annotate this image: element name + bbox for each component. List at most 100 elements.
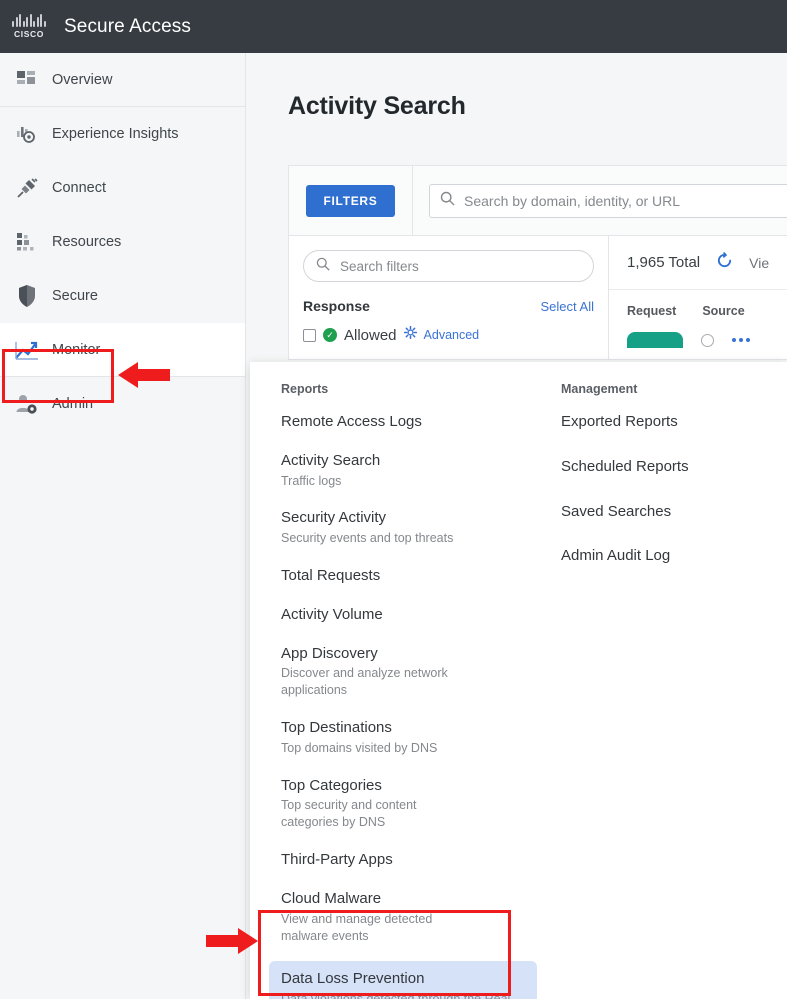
menu-item-title: Exported Reports (561, 413, 678, 430)
cisco-logo-text: CISCO (14, 29, 44, 39)
menu-item-subtitle: Security events and top threats (281, 531, 454, 546)
shield-icon (8, 283, 46, 309)
menu-item-scheduled-reports[interactable]: Scheduled Reports (561, 455, 771, 480)
allowed-label: Allowed (344, 326, 397, 344)
user-gear-icon (8, 391, 46, 417)
status-badge (627, 332, 683, 348)
search-input[interactable]: Search by domain, identity, or URL (429, 183, 787, 218)
sidebar-item-connect[interactable]: Connect (0, 161, 245, 215)
menu-item-total-requests[interactable]: Total Requests (281, 564, 541, 589)
filter-search-input[interactable]: Search filters (303, 250, 594, 282)
check-circle-icon: ✓ (323, 328, 337, 342)
menu-item-app-discovery[interactable]: App Discovery Discover and analyze netwo… (281, 642, 486, 703)
page-title: Activity Search (288, 92, 466, 120)
filters-cell: FILTERS (289, 165, 413, 236)
response-section-header: Response Select All (303, 298, 594, 314)
search-cell: Search by domain, identity, or URL (413, 183, 787, 218)
menu-item-subtitle: Traffic logs (281, 473, 342, 488)
sidebar-item-secure[interactable]: Secure (0, 269, 245, 323)
mega-menu-reports-column: Reports Remote Access Logs Activity Sear… (269, 382, 541, 999)
trend-line-icon (8, 337, 46, 363)
filter-search-placeholder: Search filters (340, 258, 419, 274)
column-header-source: Source (702, 304, 745, 318)
menu-item-cloud-malware[interactable]: Cloud Malware View and manage detected m… (281, 887, 461, 948)
management-column-heading: Management (561, 382, 638, 396)
gear-icon[interactable] (403, 325, 417, 344)
menu-item-data-loss-prevention[interactable]: Data Loss Prevention Data violations det… (269, 961, 537, 999)
source-value (732, 338, 750, 342)
menu-item-exported-reports[interactable]: Exported Reports (561, 410, 771, 435)
menu-item-subtitle: Top domains visited by DNS (281, 740, 438, 755)
menu-item-title: Remote Access Logs (281, 413, 422, 430)
menu-item-subtitle: Data violations detected through the Rea… (281, 991, 525, 999)
advanced-link[interactable]: Advanced (424, 328, 480, 342)
allowed-filter-row[interactable]: ✓ Allowed Advanced (303, 325, 594, 344)
menu-item-top-destinations[interactable]: Top Destinations Top domains visited by … (281, 716, 541, 760)
sidebar-item-admin[interactable]: Admin (0, 377, 245, 431)
cisco-logo-bars (12, 14, 46, 27)
allowed-checkbox[interactable] (303, 328, 316, 342)
menu-item-title: Top Categories (281, 776, 382, 794)
source-icon (701, 333, 714, 347)
menu-item-top-categories[interactable]: Top Categories Top security and content … (281, 774, 456, 835)
mega-menu-management-column: Management Exported Reports Scheduled Re… (561, 382, 771, 583)
menu-item-saved-searches[interactable]: Saved Searches (561, 500, 771, 525)
cisco-logo[interactable]: CISCO (8, 11, 50, 43)
menu-item-activity-volume[interactable]: Activity Volume (281, 603, 541, 628)
app-root: CISCO Secure Access Overview Experience … (0, 0, 787, 999)
menu-item-admin-audit-log[interactable]: Admin Audit Log (561, 544, 771, 569)
menu-item-activity-search[interactable]: Activity Search Traffic logs (281, 449, 541, 493)
menu-item-title: Top Destinations (281, 719, 392, 736)
menu-item-title: Security Activity (281, 509, 387, 527)
sidebar-item-monitor[interactable]: Monitor (0, 323, 245, 377)
filters-button[interactable]: FILTERS (306, 184, 395, 217)
dashboard-icon (8, 67, 46, 93)
search-toolbar: FILTERS Search by domain, identity, or U… (288, 165, 787, 236)
sidebar-item-label: Monitor (52, 341, 101, 358)
menu-item-title: Activity Volume (281, 605, 383, 623)
menu-item-subtitle: Top security and content categories by D… (281, 798, 417, 830)
menu-item-title: Saved Searches (561, 502, 672, 520)
top-bar: CISCO Secure Access (0, 0, 787, 53)
results-column-headers: Request Source (609, 290, 787, 318)
table-row[interactable] (609, 318, 787, 348)
sidebar-item-resources[interactable]: Resources (0, 215, 245, 269)
menu-item-title: Cloud Malware (281, 889, 382, 907)
sidebar-item-label: Overview (52, 71, 113, 88)
search-input-placeholder: Search by domain, identity, or URL (464, 192, 681, 209)
refresh-icon[interactable] (716, 251, 733, 274)
menu-item-title: Scheduled Reports (561, 457, 689, 475)
results-panel: 1,965 Total Vie Request Source (609, 236, 787, 359)
select-all-link[interactable]: Select All (541, 299, 594, 314)
sidebar-item-label: Connect (52, 180, 107, 196)
menu-item-subtitle: Discover and analyze network application… (281, 666, 448, 698)
app-title: Secure Access (64, 15, 191, 37)
sidebar-item-label: Experience Insights (52, 126, 179, 142)
search-icon (316, 257, 330, 276)
menu-item-title: Data Loss Prevention (281, 970, 425, 988)
results-total: 1,965 Total (627, 254, 701, 271)
menu-item-title: Total Requests (281, 567, 381, 584)
monitor-mega-menu: Reports Remote Access Logs Activity Sear… (250, 362, 787, 999)
column-header-request: Request (627, 304, 677, 318)
sidebar-item-label: Secure (52, 288, 98, 304)
sidebar-item-label: Resources (52, 234, 122, 250)
sidebar-nav: Overview Experience Insights Connect Res… (0, 53, 246, 999)
view-label[interactable]: Vie (749, 255, 769, 271)
sidebar-item-overview[interactable]: Overview (0, 53, 245, 107)
reports-column-heading: Reports (281, 382, 329, 396)
menu-item-title: Activity Search (281, 451, 381, 469)
response-section-title: Response (303, 298, 370, 314)
plug-icon (8, 175, 46, 201)
menu-item-subtitle: View and manage detected malware events (281, 911, 433, 943)
sidebar-item-experience-insights[interactable]: Experience Insights (0, 107, 245, 161)
search-icon (440, 191, 455, 211)
filter-panel: Search filters Response Select All ✓ All… (289, 236, 609, 359)
menu-item-title: Third-Party Apps (281, 851, 393, 869)
menu-item-remote-access-logs[interactable]: Remote Access Logs (281, 410, 541, 435)
menu-item-title: App Discovery (281, 644, 378, 662)
filters-and-results: Search filters Response Select All ✓ All… (288, 235, 787, 360)
menu-item-third-party-apps[interactable]: Third-Party Apps (281, 848, 541, 873)
resources-icon (8, 229, 46, 255)
menu-item-security-activity[interactable]: Security Activity Security events and to… (281, 506, 541, 550)
